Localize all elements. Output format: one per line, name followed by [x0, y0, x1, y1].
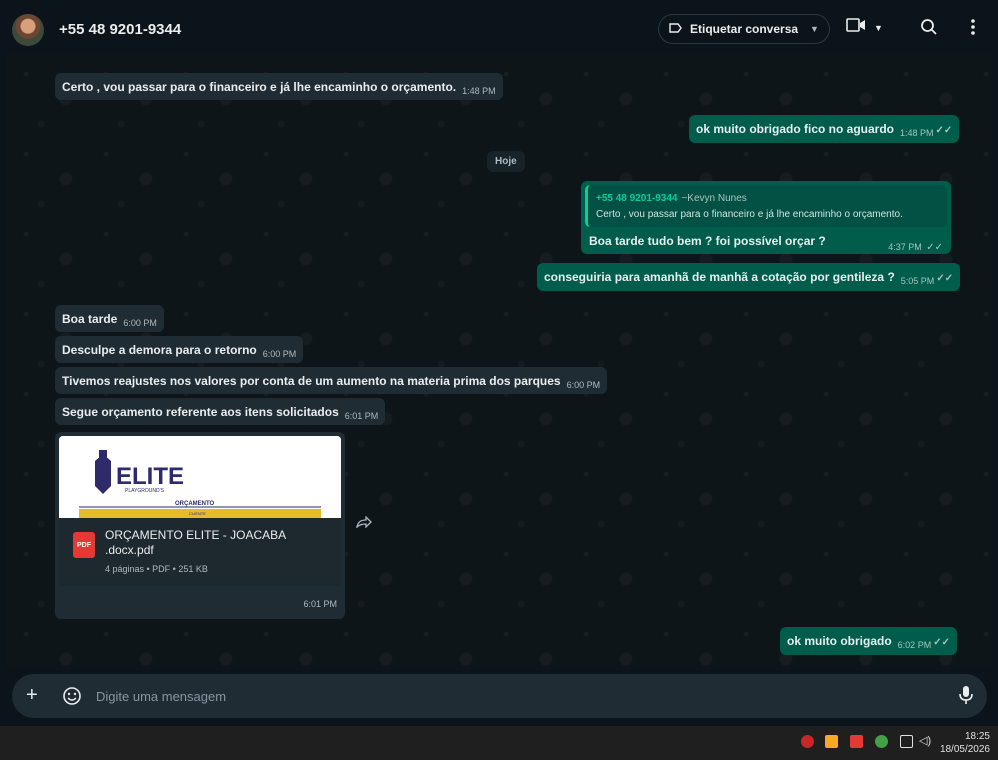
chevron-down-icon: ▼: [874, 22, 883, 33]
read-ticks-icon: ✓✓: [936, 273, 954, 284]
message-text: Segue orçamento referente aos itens soli…: [62, 405, 339, 419]
message-time: 6:00 PM: [123, 318, 157, 328]
message-incoming[interactable]: Tivemos reajustes nos valores por conta …: [55, 367, 608, 394]
message-text: Certo , vou passar para o financeiro e j…: [62, 80, 457, 94]
document-message[interactable]: ELITE PLAYGROUND'S ORÇAMENTO CLIENTE PDF…: [55, 432, 345, 619]
video-call-button[interactable]: ▼: [846, 18, 883, 37]
message-outgoing[interactable]: ok muito obrigado 6:02 PM ✓✓: [780, 627, 957, 655]
document-preview[interactable]: ELITE PLAYGROUND'S ORÇAMENTO CLIENTE: [59, 436, 341, 518]
message-time: 6:02 PM: [897, 640, 932, 650]
sync-icon[interactable]: [801, 735, 814, 748]
message-incoming[interactable]: Desculpe a demora para o retorno 6:00 PM: [55, 336, 304, 363]
message-time: 4:37 PM ✓✓: [888, 242, 943, 253]
read-ticks-icon: ✓✓: [933, 637, 950, 648]
label-conversation-label: Etiquetar conversa: [690, 22, 799, 36]
chevron-down-icon: ▼: [810, 24, 819, 34]
clock-time[interactable]: 18:25: [965, 731, 990, 742]
message-time: 1:48 PM: [462, 86, 496, 96]
message-outgoing[interactable]: ok muito obrigado fico no aguardo 1:48 PM…: [689, 115, 960, 143]
message-input[interactable]: Digite uma mensagem: [96, 689, 226, 704]
message-text: Boa tarde tudo bem ? foi possível orçar …: [589, 234, 826, 248]
attach-plus-icon[interactable]: +: [26, 685, 38, 705]
message-incoming[interactable]: Boa tarde 6:00 PM: [55, 305, 164, 332]
message-time: 6:00 PM: [262, 349, 297, 359]
message-text: ok muito obrigado: [787, 634, 892, 648]
network-icon[interactable]: [900, 735, 913, 748]
contact-avatar[interactable]: [12, 14, 44, 46]
quoted-message[interactable]: +55 48 9201-9344 ~Kevyn Nunes Certo , vou…: [585, 185, 947, 227]
document-info[interactable]: PDF ORÇAMENTO ELITE - JOACABA .docx.pdf …: [59, 518, 341, 586]
elite-logo-icon: ELITE PLAYGROUND'S ORÇAMENTO CLIENTE: [59, 436, 341, 518]
clock-date[interactable]: 18/05/2026: [940, 744, 990, 755]
message-time: 6:00 PM: [566, 380, 601, 390]
video-camera-icon: [846, 18, 866, 37]
volume-icon[interactable]: ◁): [919, 734, 931, 747]
message-text: Boa tarde: [62, 312, 118, 326]
message-input-bar[interactable]: + Digite uma mensagem: [12, 674, 987, 718]
message-time: 5:05 PM: [900, 276, 935, 286]
message-incoming[interactable]: Certo , vou passar para o financeiro e j…: [55, 73, 503, 100]
message-text: conseguiria para amanhã de manhã a cotaç…: [544, 270, 895, 284]
whatsapp-window: +55 48 9201-9344 Etiquetar conversa ▼ ▼: [6, 6, 993, 726]
svg-text:PLAYGROUND'S: PLAYGROUND'S: [125, 488, 165, 494]
app-tray-icon[interactable]: [825, 735, 838, 748]
message-outgoing-reply[interactable]: +55 48 9201-9344 ~Kevyn Nunes Certo , vou…: [581, 181, 951, 254]
app-tray-icon[interactable]: [850, 735, 863, 748]
message-text: ok muito obrigado fico no aguardo: [696, 122, 894, 136]
quoted-text: Certo , vou passar para o financeiro e j…: [596, 209, 903, 220]
message-outgoing[interactable]: conseguiria para amanhã de manhã a cotaç…: [537, 263, 961, 291]
menu-button[interactable]: [970, 18, 976, 41]
svg-text:ORÇAMENTO: ORÇAMENTO: [175, 501, 215, 507]
message-text: Desculpe a demora para o retorno: [62, 343, 257, 357]
contact-name[interactable]: +55 48 9201-9344: [59, 21, 181, 38]
search-button[interactable]: [920, 18, 938, 41]
quoted-sender: +55 48 9201-9344: [596, 193, 678, 204]
forward-icon[interactable]: [356, 515, 372, 531]
document-filename: ORÇAMENTO ELITE - JOACABA .docx.pdf: [105, 528, 286, 557]
message-text: Tivemos reajustes nos valores por conta …: [62, 374, 561, 388]
read-ticks-icon: ✓✓: [935, 125, 953, 136]
search-icon: [920, 19, 938, 40]
message-incoming[interactable]: Segue orçamento referente aos itens soli…: [55, 398, 386, 425]
system-taskbar: ◁) 18:25 18/05/2026: [0, 726, 998, 760]
date-divider: Hoje: [487, 151, 525, 172]
security-shield-icon[interactable]: [875, 735, 888, 748]
message-time: 6:01 PM: [344, 411, 379, 421]
document-meta: 4 páginas • PDF • 251 KB: [105, 564, 208, 574]
sticker-emoji-icon[interactable]: [62, 686, 82, 711]
message-time: 1:48 PM: [900, 128, 934, 138]
quoted-alias: ~Kevyn Nunes: [681, 193, 747, 204]
label-conversation-button[interactable]: Etiquetar conversa ▼: [658, 14, 830, 44]
microphone-icon[interactable]: [959, 685, 973, 710]
message-time: 6:01 PM: [303, 599, 337, 609]
more-vertical-icon: [970, 19, 976, 40]
svg-text:CLIENTE: CLIENTE: [189, 511, 206, 516]
label-tag-icon: [669, 22, 682, 36]
message-composer: + Digite uma mensagem: [6, 670, 993, 726]
svg-text:ELITE: ELITE: [116, 463, 184, 490]
pdf-file-icon: PDF: [73, 532, 95, 558]
chat-header: +55 48 9201-9344 Etiquetar conversa ▼ ▼: [6, 6, 993, 54]
